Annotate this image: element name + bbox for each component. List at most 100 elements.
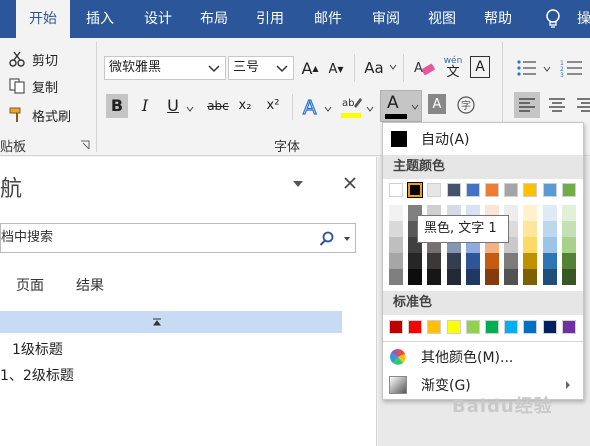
- dialog-launcher-icon[interactable]: [80, 140, 90, 150]
- standard-color-swatch[interactable]: [504, 320, 519, 334]
- tab-view[interactable]: 视图: [416, 0, 468, 38]
- character-border-button[interactable]: A: [470, 56, 490, 78]
- theme-color-swatch[interactable]: [504, 183, 519, 197]
- theme-shade-swatch[interactable]: [389, 269, 403, 285]
- theme-shade-swatch[interactable]: [523, 237, 538, 253]
- standard-color-swatch[interactable]: [427, 320, 442, 334]
- nav-heading-item[interactable]: 1、2级标题: [0, 365, 74, 385]
- theme-shade-swatch[interactable]: [561, 221, 576, 237]
- theme-shade-swatch[interactable]: [446, 253, 461, 269]
- tab-mailings[interactable]: 邮件: [302, 0, 354, 38]
- shrink-font-button[interactable]: A ▼: [326, 58, 346, 80]
- theme-shade-swatch[interactable]: [542, 237, 557, 253]
- standard-color-swatch[interactable]: [542, 320, 557, 334]
- automatic-color-item[interactable]: 自动(A): [383, 127, 583, 151]
- chevron-down-icon[interactable]: [186, 106, 194, 112]
- change-case-button[interactable]: Aa: [362, 56, 386, 80]
- standard-color-swatch[interactable]: [485, 320, 499, 334]
- theme-shade-swatch[interactable]: [389, 253, 403, 269]
- close-icon[interactable]: [342, 175, 358, 191]
- theme-shade-swatch[interactable]: [561, 269, 576, 285]
- heading-collapse-bar[interactable]: [0, 311, 342, 333]
- italic-button[interactable]: I: [134, 94, 156, 118]
- chevron-down-icon[interactable]: [366, 106, 374, 112]
- standard-color-swatch[interactable]: [465, 320, 480, 334]
- theme-shade-swatch[interactable]: [389, 205, 403, 221]
- theme-shade-swatch[interactable]: [561, 237, 576, 253]
- tab-help[interactable]: 帮助: [472, 0, 524, 38]
- tab-review[interactable]: 审阅: [360, 0, 412, 38]
- lightbulb-icon[interactable]: [544, 8, 562, 30]
- align-left-button[interactable]: [514, 92, 540, 118]
- theme-shade-swatch[interactable]: [465, 253, 480, 269]
- chevron-down-icon[interactable]: [389, 64, 397, 70]
- theme-shade-swatch[interactable]: [427, 269, 442, 285]
- theme-color-swatch[interactable]: [407, 182, 424, 198]
- tab-home[interactable]: 开始: [16, 0, 70, 38]
- strikethrough-button[interactable]: abc: [204, 94, 232, 118]
- more-colors-item[interactable]: 其他颜色(M)...: [383, 345, 583, 369]
- numbering-icon[interactable]: 1 2 3: [560, 58, 584, 78]
- phonetic-guide-button[interactable]: wén 文: [442, 54, 464, 82]
- theme-shade-swatch[interactable]: [427, 253, 442, 269]
- bullets-icon[interactable]: [516, 58, 538, 78]
- theme-shade-swatch[interactable]: [446, 269, 461, 285]
- theme-color-swatch[interactable]: [446, 183, 461, 197]
- nav-tab-results[interactable]: 结果: [76, 275, 104, 295]
- text-effects-icon[interactable]: A: [300, 94, 326, 120]
- theme-shade-swatch[interactable]: [561, 253, 576, 269]
- theme-shade-swatch[interactable]: [542, 221, 557, 237]
- tab-design[interactable]: 设计: [132, 0, 184, 38]
- theme-shade-swatch[interactable]: [523, 253, 538, 269]
- standard-color-swatch[interactable]: [389, 320, 403, 334]
- copy-button[interactable]: 复制: [8, 75, 58, 97]
- standard-color-swatch[interactable]: [561, 320, 576, 334]
- caret-down-icon[interactable]: [343, 236, 351, 242]
- theme-color-swatch[interactable]: [485, 183, 499, 197]
- font-family-select[interactable]: 微软雅黑: [104, 56, 226, 80]
- theme-shade-swatch[interactable]: [561, 205, 576, 221]
- theme-shade-swatch[interactable]: [542, 253, 557, 269]
- theme-shade-swatch[interactable]: [389, 237, 403, 253]
- caret-down-icon[interactable]: [292, 179, 304, 189]
- standard-color-swatch[interactable]: [446, 320, 461, 334]
- font-color-button[interactable]: A: [380, 90, 422, 122]
- subscript-button[interactable]: x₂: [234, 94, 256, 118]
- font-size-select[interactable]: 三号: [228, 56, 294, 80]
- standard-color-swatch[interactable]: [523, 320, 538, 334]
- format-painter-button[interactable]: 格式刷: [8, 104, 71, 126]
- theme-shade-swatch[interactable]: [542, 205, 557, 221]
- superscript-button[interactable]: x²: [262, 94, 284, 118]
- theme-color-swatch[interactable]: [427, 183, 442, 197]
- theme-color-swatch[interactable]: [465, 183, 480, 197]
- theme-shade-swatch[interactable]: [504, 269, 519, 285]
- theme-color-swatch[interactable]: [542, 183, 557, 197]
- theme-color-swatch[interactable]: [523, 183, 538, 197]
- theme-shade-swatch[interactable]: [485, 253, 499, 269]
- highlight-pen-icon[interactable]: ab: [340, 94, 364, 120]
- theme-shade-swatch[interactable]: [408, 253, 423, 269]
- theme-shade-swatch[interactable]: [389, 221, 403, 237]
- theme-shade-swatch[interactable]: [523, 269, 538, 285]
- nav-tab-pages[interactable]: 页面: [16, 275, 44, 295]
- theme-color-swatch[interactable]: [389, 183, 403, 197]
- search-icon[interactable]: [319, 231, 335, 247]
- clear-formatting-icon[interactable]: A: [414, 58, 436, 78]
- bold-button[interactable]: B: [106, 94, 128, 118]
- theme-shade-swatch[interactable]: [485, 269, 499, 285]
- theme-shade-swatch[interactable]: [465, 269, 480, 285]
- tab-tell-me[interactable]: 操: [574, 0, 590, 38]
- tab-references[interactable]: 引用: [244, 0, 296, 38]
- tab-insert[interactable]: 插入: [74, 0, 126, 38]
- tab-layout[interactable]: 布局: [188, 0, 240, 38]
- theme-color-swatch[interactable]: [561, 183, 576, 197]
- theme-shade-swatch[interactable]: [542, 269, 557, 285]
- standard-color-swatch[interactable]: [408, 320, 423, 334]
- theme-shade-swatch[interactable]: [523, 205, 538, 221]
- character-shading-button[interactable]: A: [428, 94, 446, 114]
- theme-shade-swatch[interactable]: [523, 221, 538, 237]
- chevron-down-icon[interactable]: [324, 106, 332, 112]
- nav-search-input[interactable]: 档中搜索: [0, 223, 356, 253]
- cut-button[interactable]: 剪切: [8, 48, 58, 70]
- align-right-icon[interactable]: [576, 97, 590, 113]
